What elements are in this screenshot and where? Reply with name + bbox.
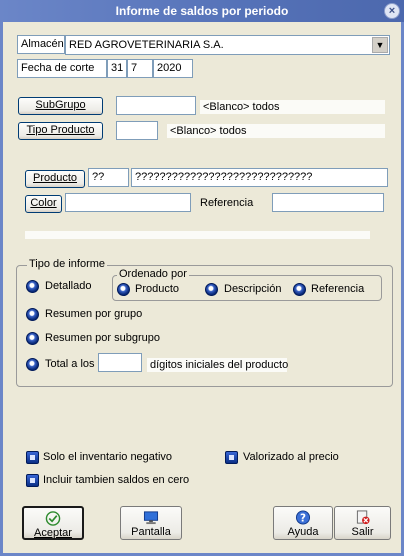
pantalla-label: Pantalla [131, 526, 171, 538]
resumen-grupo-label[interactable]: Resumen por grupo [45, 308, 142, 320]
solo-negativo-label[interactable]: Solo el inventario negativo [43, 451, 172, 463]
monitor-icon [143, 511, 159, 525]
subgrupo-hint: <Blanco> todos [200, 100, 385, 114]
aceptar-label: Aceptar [34, 527, 72, 539]
ordenado-por-title: Ordenado por [117, 268, 189, 280]
almacen-select[interactable]: RED AGROVETERINARIA S.A. ▼ [65, 35, 390, 55]
almacen-value: RED AGROVETERINARIA S.A. [69, 39, 224, 51]
detallado-label[interactable]: Detallado [45, 280, 91, 292]
producto-code-input[interactable]: ?? [88, 168, 129, 187]
total-digits-input[interactable] [98, 353, 142, 372]
aceptar-button[interactable]: Aceptar [22, 506, 84, 540]
tipo-producto-input[interactable] [116, 121, 158, 140]
salir-button[interactable]: Salir [334, 506, 391, 540]
help-icon: ? [295, 510, 311, 525]
incluir-cero-checkbox[interactable] [26, 474, 39, 487]
fecha-day-input[interactable]: 31 [107, 59, 127, 78]
svg-text:?: ? [300, 512, 306, 524]
ayuda-button[interactable]: ? Ayuda [273, 506, 333, 540]
fecha-month-input[interactable]: 7 [127, 59, 153, 78]
orden-referencia-label[interactable]: Referencia [311, 283, 364, 295]
chevron-down-icon[interactable]: ▼ [372, 37, 388, 53]
resumen-grupo-radio[interactable] [26, 308, 39, 321]
incluir-cero-label[interactable]: Incluir tambien saldos en cero [43, 474, 189, 486]
tipo-producto-hint: <Blanco> todos [167, 124, 385, 138]
producto-button[interactable]: Producto [25, 170, 85, 188]
detallado-radio[interactable] [26, 280, 39, 293]
pantalla-button[interactable]: Pantalla [120, 506, 182, 540]
orden-descripcion-radio[interactable] [205, 283, 218, 296]
ayuda-label: Ayuda [287, 526, 319, 538]
producto-description-input[interactable]: ????????????????????????????? [131, 168, 388, 187]
check-icon [45, 511, 61, 526]
almacen-label: Almacén [17, 35, 65, 54]
close-icon[interactable]: × [384, 3, 400, 19]
subgrupo-button[interactable]: SubGrupo [18, 97, 103, 115]
orden-descripcion-label[interactable]: Descripción [224, 283, 281, 295]
blank-strip [25, 231, 370, 239]
subgrupo-input[interactable] [116, 96, 196, 115]
valorizado-checkbox[interactable] [225, 451, 238, 464]
total-prefix-label[interactable]: Total a los [45, 358, 95, 370]
dialog-body: Almacén RED AGROVETERINARIA S.A. ▼ Fecha… [0, 22, 404, 556]
exit-icon [356, 510, 370, 525]
valorizado-label[interactable]: Valorizado al precio [243, 451, 339, 463]
orden-referencia-radio[interactable] [293, 283, 306, 296]
resumen-subgrupo-label[interactable]: Resumen por subgrupo [45, 332, 160, 344]
orden-producto-radio[interactable] [117, 283, 130, 296]
fecha-year-input[interactable]: 2020 [153, 59, 193, 78]
referencia-input[interactable] [272, 193, 384, 212]
orden-producto-label[interactable]: Producto [135, 283, 179, 295]
total-digitos-radio[interactable] [26, 358, 39, 371]
ordenado-por-group: Ordenado por Producto Descripción Refere… [112, 268, 382, 301]
total-suffix-label: dígitos iniciales del producto [147, 358, 288, 372]
fecha-label: Fecha de corte [17, 59, 107, 78]
window-title: Informe de saldos por periodo [115, 4, 289, 18]
tipo-informe-title: Tipo de informe [27, 258, 108, 270]
title-bar: Informe de saldos por periodo × [0, 0, 404, 22]
tipo-informe-group: Tipo de informe Detallado Ordenado por P… [16, 258, 393, 387]
color-button[interactable]: Color [25, 195, 62, 213]
tipo-producto-button[interactable]: Tipo Producto [18, 122, 103, 140]
salir-label: Salir [351, 526, 374, 538]
resumen-subgrupo-radio[interactable] [26, 332, 39, 345]
color-input[interactable] [65, 193, 191, 212]
referencia-label: Referencia [200, 197, 254, 209]
solo-negativo-checkbox[interactable] [26, 451, 39, 464]
